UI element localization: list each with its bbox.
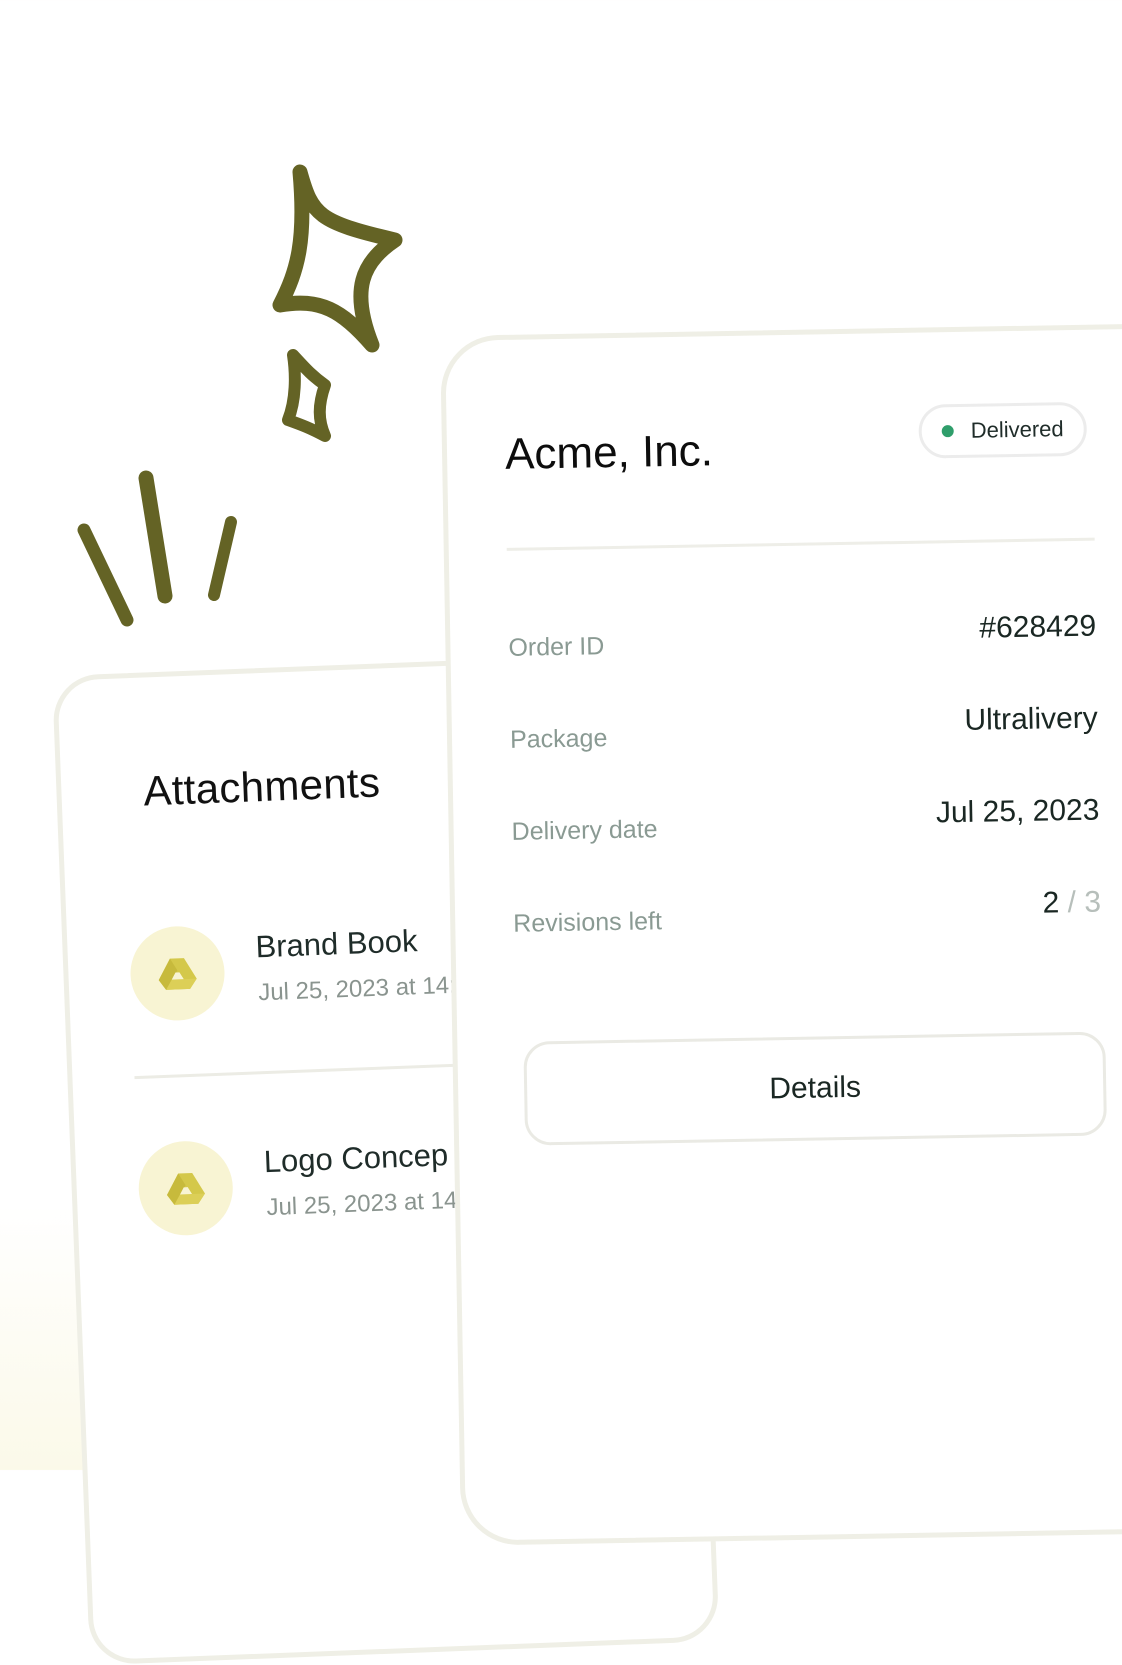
details-button[interactable]: Details	[523, 1031, 1108, 1146]
order-id-row: Order ID #628429	[508, 610, 1097, 670]
company-name: Acme, Inc.	[504, 426, 714, 479]
package-label: Package	[509, 724, 608, 754]
revisions-label: Revisions left	[513, 907, 663, 938]
package-row: Package Ultralivery	[510, 702, 1099, 762]
revisions-value: 2 / 3	[1042, 886, 1101, 921]
attachment-timestamp: Jul 25, 2023 at 14	[266, 1186, 458, 1222]
google-drive-icon	[167, 1172, 205, 1205]
revisions-separator: /	[1067, 885, 1077, 920]
status-badge: Delivered	[918, 401, 1088, 459]
burst-stroke-middle	[138, 470, 173, 604]
attachment-file-name: Brand Book	[254, 923, 419, 965]
revisions-used: 2	[1042, 886, 1060, 920]
google-drive-icon	[158, 958, 197, 990]
burst-stroke-right	[208, 516, 237, 601]
order-id-value: #628429	[979, 609, 1097, 645]
burst-stroke-left	[77, 523, 134, 627]
large-sparkle-icon	[272, 164, 403, 353]
file-icon-bubble	[128, 924, 227, 1023]
order-divider	[506, 537, 1095, 551]
file-icon-bubble	[136, 1139, 235, 1238]
attachments-title: Attachments	[142, 758, 381, 815]
delivery-date-label: Delivery date	[511, 815, 658, 846]
attachment-file-name: Logo Concep	[263, 1137, 449, 1180]
small-sparkle-icon	[282, 349, 331, 442]
status-dot-icon	[941, 425, 954, 438]
revisions-total: 3	[1084, 885, 1102, 919]
order-card: Acme, Inc. Delivered Order ID #628429 Pa…	[440, 322, 1122, 1546]
delivery-date-value: Jul 25, 2023	[935, 793, 1100, 830]
attachment-timestamp: Jul 25, 2023 at 14:	[257, 971, 457, 1007]
order-id-label: Order ID	[508, 632, 605, 662]
delivery-date-row: Delivery date Jul 25, 2023	[511, 794, 1100, 854]
package-value: Ultralivery	[964, 701, 1099, 737]
status-label: Delivered	[970, 416, 1064, 443]
revisions-row: Revisions left 2 / 3	[513, 886, 1102, 946]
